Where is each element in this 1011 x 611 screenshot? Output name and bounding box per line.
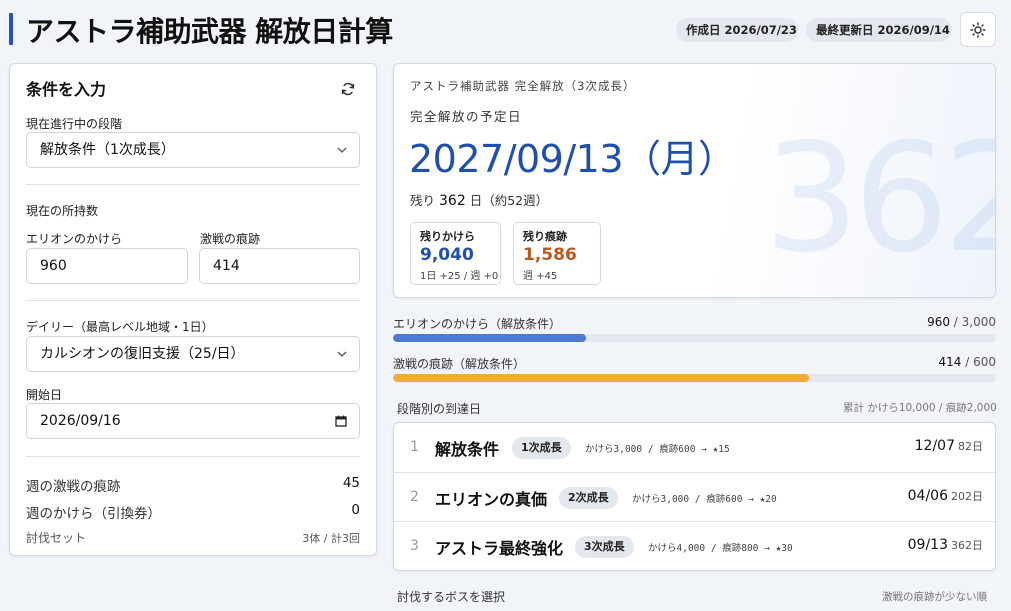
stage-days: 202日: [951, 490, 983, 503]
trace-progress-fill: [393, 374, 810, 382]
stage-name: エリオンの真価: [435, 490, 548, 509]
stage-days: 362日: [951, 539, 983, 552]
weekly-trace-label: 週の激戦の痕跡: [26, 479, 121, 495]
theme-toggle-button[interactable]: [960, 12, 996, 47]
remaining-shard-value: 9,040: [420, 245, 474, 265]
erion-progress-label: エリオンのかけら（解放条件）: [393, 317, 562, 331]
daily-select-value: カルシオンの復旧支援（25/日）: [40, 346, 245, 362]
erion-progress-count: 960 / 3,000: [927, 315, 996, 329]
trace-current: 414: [938, 355, 962, 369]
boss-set-label: 討伐セット: [26, 531, 87, 545]
erion-input[interactable]: 960: [26, 248, 188, 284]
stage-name: アストラ最終強化: [435, 539, 564, 558]
stage-date-value: 09/13: [907, 537, 948, 553]
erion-label: エリオンのかけら: [26, 232, 123, 246]
weekly-shard-value: 0: [351, 502, 360, 518]
stage-select[interactable]: 解放条件（1次成長）: [26, 132, 360, 168]
remaining-days: 362: [439, 193, 466, 209]
reset-icon[interactable]: [340, 81, 356, 97]
holdings-label: 現在の所持数: [26, 204, 99, 218]
shard-rate: 1日 +25 / 週 +0: [420, 271, 499, 282]
stages-summary: 累計 かけら10,000 / 痕跡2,000: [843, 402, 997, 414]
stage-requirement: かけら3,000 / 痕跡600 → ★15: [585, 444, 730, 455]
stage-select-value: 解放条件（1次成長）: [40, 142, 175, 158]
stage-date-value: 04/06: [907, 488, 948, 504]
divider: [26, 184, 360, 185]
result-date: 2027/09/13（月）: [409, 137, 736, 181]
stage-name: 解放条件: [435, 440, 500, 459]
remaining-shard-box: 残りかけら 9,040 1日 +25 / 週 +0: [410, 222, 501, 285]
input-panel: 条件を入力 現在進行中の段階 解放条件（1次成長） 現在の所持数 エリオンのかけ…: [9, 63, 377, 556]
title-accent-bar: [9, 13, 13, 45]
divider: [26, 300, 360, 301]
trace-label: 激戦の痕跡: [200, 232, 261, 246]
remaining-suffix: 日（約52週）: [469, 193, 549, 208]
stages-title: 段階別の到達日: [397, 402, 482, 416]
stage-requirement: かけら4,000 / 痕跡800 → ★30: [648, 543, 793, 554]
stage-date: 04/06 202日: [908, 488, 983, 504]
updated-date-badge: 最終更新日 2026/09/14: [806, 18, 952, 42]
remaining-summary: 残り 362 日（約52週）: [410, 190, 548, 209]
chevron-down-icon: [337, 351, 347, 357]
created-date-badge: 作成日 2026/07/23: [676, 18, 798, 42]
calendar-icon[interactable]: [335, 415, 347, 427]
stage-days: 82日: [958, 440, 983, 453]
trace-rate: 週 +45: [523, 271, 558, 282]
stage-number: 1: [410, 439, 419, 455]
stage-badge: 3次成長: [575, 536, 634, 558]
trace-progress-track: [393, 374, 996, 382]
boss-select-title: 討伐するボスを選択: [397, 590, 506, 604]
remaining-trace-label: 残り痕跡: [523, 230, 567, 243]
start-date-value: 2026/09/16: [40, 413, 121, 429]
weekly-trace-value: 45: [342, 475, 360, 491]
chevron-down-icon: [337, 147, 347, 153]
sun-icon: [970, 21, 986, 38]
remaining-shard-label: 残りかけら: [420, 230, 475, 243]
input-panel-title: 条件を入力: [26, 80, 107, 99]
stage-requirement: かけら3,000 / 痕跡600 → ★20: [632, 494, 777, 505]
result-subtitle: アストラ補助武器 完全解放（3次成長）: [410, 79, 636, 93]
weekly-shard-label: 週のかけら（引換券）: [26, 506, 161, 522]
trace-total: 600: [973, 355, 996, 369]
stage-list: 1 解放条件 1次成長 かけら3,000 / 痕跡600 → ★15 12/07…: [393, 422, 996, 571]
stage-row: 1 解放条件 1次成長 かけら3,000 / 痕跡600 → ★15 12/07…: [394, 423, 995, 472]
stage-row: 3 アストラ最終強化 3次成長 かけら4,000 / 痕跡800 → ★30 0…: [394, 521, 995, 570]
start-date-label: 開始日: [26, 388, 63, 402]
stage-label: 現在進行中の段階: [26, 117, 123, 131]
erion-current: 960: [927, 315, 950, 329]
trace-progress-count: 414 / 600: [938, 355, 996, 369]
remaining-prefix: 残り: [410, 193, 436, 208]
trace-input[interactable]: 414: [199, 248, 360, 284]
result-card: 362 アストラ補助武器 完全解放（3次成長） 完全解放の予定日 2027/09…: [393, 63, 996, 298]
divider: [26, 456, 360, 457]
remaining-trace-value: 1,586: [523, 245, 577, 265]
stage-date-value: 12/07: [914, 438, 955, 454]
remaining-days-watermark: 362: [764, 112, 995, 286]
stage-date: 09/13 362日: [908, 537, 983, 553]
remaining-trace-box: 残り痕跡 1,586 週 +45: [513, 222, 601, 285]
page-title: アストラ補助武器 解放日計算: [26, 15, 393, 48]
erion-progress-track: [393, 334, 996, 342]
trace-progress-label: 激戦の痕跡（解放条件）: [393, 357, 526, 371]
result-date-label: 完全解放の予定日: [410, 109, 523, 124]
page-header: アストラ補助武器 解放日計算 作成日 2026/07/23 最終更新日 2026…: [0, 0, 1011, 60]
erion-total: 3,000: [961, 315, 996, 329]
erion-progress-fill: [393, 334, 586, 342]
boss-sort-order[interactable]: 激戦の痕跡が少ない順: [882, 589, 987, 604]
daily-label: デイリー（最高レベル地域・1日）: [26, 320, 214, 334]
stage-badge: 1次成長: [512, 437, 571, 459]
stage-badge: 2次成長: [559, 487, 618, 509]
stage-row: 2 エリオンの真価 2次成長 かけら3,000 / 痕跡600 → ★20 04…: [394, 472, 995, 521]
boss-set-value: 3体 / 計3回: [302, 532, 360, 545]
stage-number: 3: [410, 538, 419, 554]
stage-date: 12/07 82日: [915, 438, 983, 454]
start-date-input[interactable]: 2026/09/16: [26, 403, 360, 439]
daily-select[interactable]: カルシオンの復旧支援（25/日）: [26, 336, 360, 372]
stage-number: 2: [410, 489, 419, 505]
